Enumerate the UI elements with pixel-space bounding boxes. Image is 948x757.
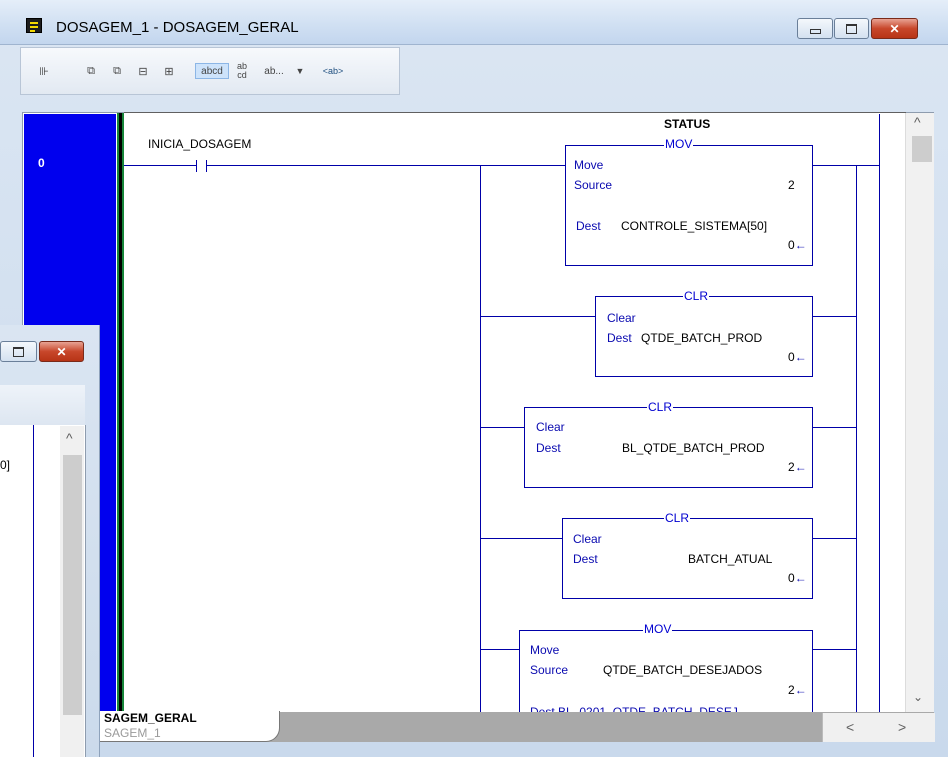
ladder-editor-window: DOSAGEM_1 - DOSAGEM_GERAL ✕ ⊪ ⧉ ⧉ ⊟ ⊞ ab… [0,0,948,757]
source-value[interactable]: 2 [788,178,795,192]
branch-wire [812,316,857,317]
close-button[interactable]: ✕ [39,341,84,362]
dest-label: Dest [536,441,561,455]
instruction-type: CLR [683,289,710,303]
dest-tag[interactable]: QTDE_BATCH_PROD [641,331,762,345]
right-power-rail [879,114,880,712]
instruction-name: Clear [573,532,602,546]
rung-number[interactable]: 0 [38,156,45,170]
dest-partial: Dest BL_0201_QTDE_BATCH_DESEJ [530,705,738,712]
instruction-name: Clear [536,420,565,434]
dest-label: Dest [576,219,601,233]
cd-label: cd [237,70,247,80]
close-icon: ✕ [56,344,67,359]
minimize-icon [809,29,821,34]
ladder-icon[interactable]: ⊪ [35,63,53,79]
branch-wire [480,538,563,539]
scroll-right-icon[interactable]: > [898,719,906,735]
branch-right-vertical [856,165,857,712]
dest-value: 0← [788,571,807,585]
scroll-up-icon[interactable]: ^ [914,114,921,130]
maximize-icon [846,23,857,34]
ab-tag-button[interactable]: <ab> [317,63,349,79]
dest-label: Dest [573,552,598,566]
branch-wire [480,649,520,650]
rung-wire [812,165,857,166]
contact-left-plate[interactable] [196,160,197,172]
routine-tab-subtitle: SAGEM_1 [104,726,161,740]
instruction-toolbar: ⊪ ⧉ ⧉ ⊟ ⊞ abcd ab cd ab... ▼ <ab> [20,47,400,95]
ab-cd-wrap-button[interactable]: ab cd [233,62,251,80]
instruction-name: Move [530,643,560,657]
rung-wire [206,165,565,166]
dest-label: Dest [607,331,632,345]
rung-wire [33,425,34,757]
arrow-left-icon: ← [794,238,807,252]
source-label: Source [574,178,613,192]
dest-tag[interactable]: CONTROLE_SISTEMA[50] [621,219,767,233]
contact-right-plate[interactable] [206,160,207,172]
editor-top-border [124,112,906,113]
contact-tag[interactable]: INICIA_DOSAGEM [148,137,251,151]
instruction-type: CLR [647,400,674,414]
chevron-down-icon[interactable]: ▼ [293,63,307,79]
branch-wire [480,316,596,317]
arrow-left-icon: ← [794,571,807,585]
scroll-down-icon[interactable]: ⌄ [913,690,923,704]
dest-value: 0← [788,350,807,364]
instruction-name: Move [574,158,604,172]
scroll-up-icon[interactable]: ^ [66,430,73,446]
branch-wire [812,649,857,650]
window-title: DOSAGEM_1 - DOSAGEM_GERAL [56,19,299,36]
close-icon: ✕ [889,21,900,36]
scroll-left-icon[interactable]: < [846,719,854,735]
abcd-display-button[interactable]: abcd [195,63,229,79]
dest-value-text: 0 [788,571,795,585]
instruction-type: MOV [664,137,694,151]
rung-wire [124,165,196,166]
scroll-thumb[interactable] [63,455,82,715]
branch-icon[interactable]: ⊟ [133,63,153,79]
branch-icon[interactable]: ⊞ [159,63,179,79]
toolbar-area [0,385,85,425]
rung-icon[interactable]: ⧉ [81,63,101,79]
maximize-button[interactable] [0,341,37,362]
ab-truncate-button[interactable]: ab... [257,63,291,79]
dest-tag[interactable]: BATCH_ATUAL [688,552,772,566]
maximize-button[interactable] [834,18,869,39]
dest-tag[interactable]: BL_QTDE_BATCH_PROD [622,441,764,455]
app-icon [26,18,42,33]
instruction-type: MOV [643,622,673,636]
branch-left-vertical [480,165,481,712]
branch-wire [480,427,525,428]
dest-value-text: 0 [788,350,795,364]
source-tag[interactable]: QTDE_BATCH_DESEJADOS [603,663,762,677]
left-power-rail-outer [122,113,124,713]
branch-wire [812,538,857,539]
rung-icon[interactable]: ⧉ [107,63,127,79]
background-editor-window[interactable]: ✕ 0] ^ [0,325,100,757]
instruction-name: Clear [607,311,636,325]
arrow-left-icon: ← [794,683,807,697]
minimize-button[interactable] [797,18,833,39]
vertical-scrollbar[interactable] [905,113,934,714]
dest-value-text: 2 [788,460,795,474]
partial-tag-text: 0] [0,458,11,472]
horizontal-scrollbar[interactable] [822,713,935,742]
dest-value: 2← [788,460,807,474]
status-label: STATUS [664,117,711,131]
source-label: Source [530,663,569,677]
close-button[interactable]: ✕ [871,18,918,39]
routine-tab-title[interactable]: SAGEM_GERAL [104,711,197,725]
instruction-type: CLR [664,511,691,525]
branch-wire [812,427,857,428]
dest-value: 0← [788,238,807,252]
arrow-left-icon: ← [794,460,807,474]
scroll-thumb[interactable] [912,136,932,162]
maximize-icon [13,346,24,357]
source-value-text: 2 [788,683,795,697]
arrow-left-icon: ← [794,350,807,364]
source-value: 2← [788,683,807,697]
dest-value-text: 0 [788,238,795,252]
